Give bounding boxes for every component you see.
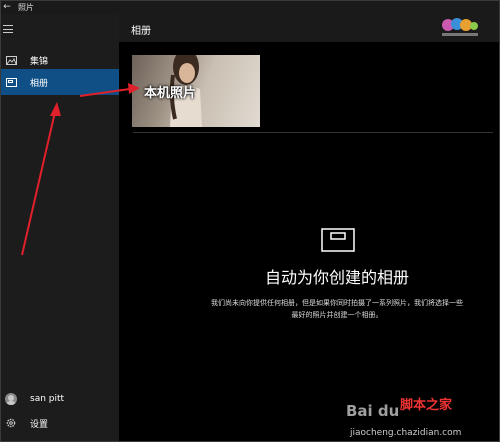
sidebar: 集锦 相册 san pitt 设置	[0, 14, 119, 442]
empty-state-description-line: 我们尚未向你提供任何相册，但是如果你同时拍摄了一系列照片，我们将选择一些	[211, 299, 463, 307]
watermark-baidu: Bai du	[346, 402, 400, 420]
title-bar: ← 照片	[0, 0, 500, 14]
main-content: 相册 本机照片 自动为你创建的相册 我们尚未向你提供任何相册，但是如果你同时拍摄…	[119, 14, 500, 442]
sidebar-item-label: 相册	[30, 78, 49, 89]
page-header: 相册	[119, 14, 500, 42]
sidebar-item-label: 设置	[30, 419, 49, 430]
watermark: Bai du 脚本之家 jiaocheng.chazidian.com	[346, 394, 496, 438]
watermark-url: jiaocheng.chazidian.com	[350, 428, 462, 438]
gear-icon	[5, 418, 17, 428]
album-icon	[321, 228, 355, 252]
empty-state-description-line: 最好的照片并创建一个相册。	[291, 311, 383, 319]
page-title: 相册	[131, 26, 151, 37]
back-arrow-icon: ←	[3, 2, 11, 12]
sidebar-item-label: 集锦	[30, 56, 49, 67]
divider	[133, 132, 493, 133]
collection-icon	[5, 55, 17, 65]
sidebar-item-albums[interactable]: 相册	[0, 69, 119, 95]
album-tile-local-photos[interactable]: 本机照片	[132, 55, 260, 127]
empty-state-title: 自动为你创建的相册	[264, 268, 409, 287]
empty-state-description: 我们尚未向你提供任何相册，但是如果你同时拍摄了一系列照片，我们将选择一些 最好的…	[119, 297, 500, 321]
watermark-site: 脚本之家	[400, 398, 453, 413]
album-icon	[5, 77, 17, 87]
album-tile-label: 本机照片	[144, 86, 197, 101]
app-title: 照片	[18, 2, 34, 12]
site-logo-icon	[442, 18, 478, 36]
avatar	[5, 393, 17, 405]
hamburger-menu-icon[interactable]	[3, 23, 17, 35]
user-account[interactable]: san pitt	[0, 386, 119, 412]
user-name: san pitt	[30, 394, 65, 404]
back-button[interactable]: ←	[0, 0, 14, 14]
sidebar-item-settings[interactable]: 设置	[0, 410, 119, 436]
